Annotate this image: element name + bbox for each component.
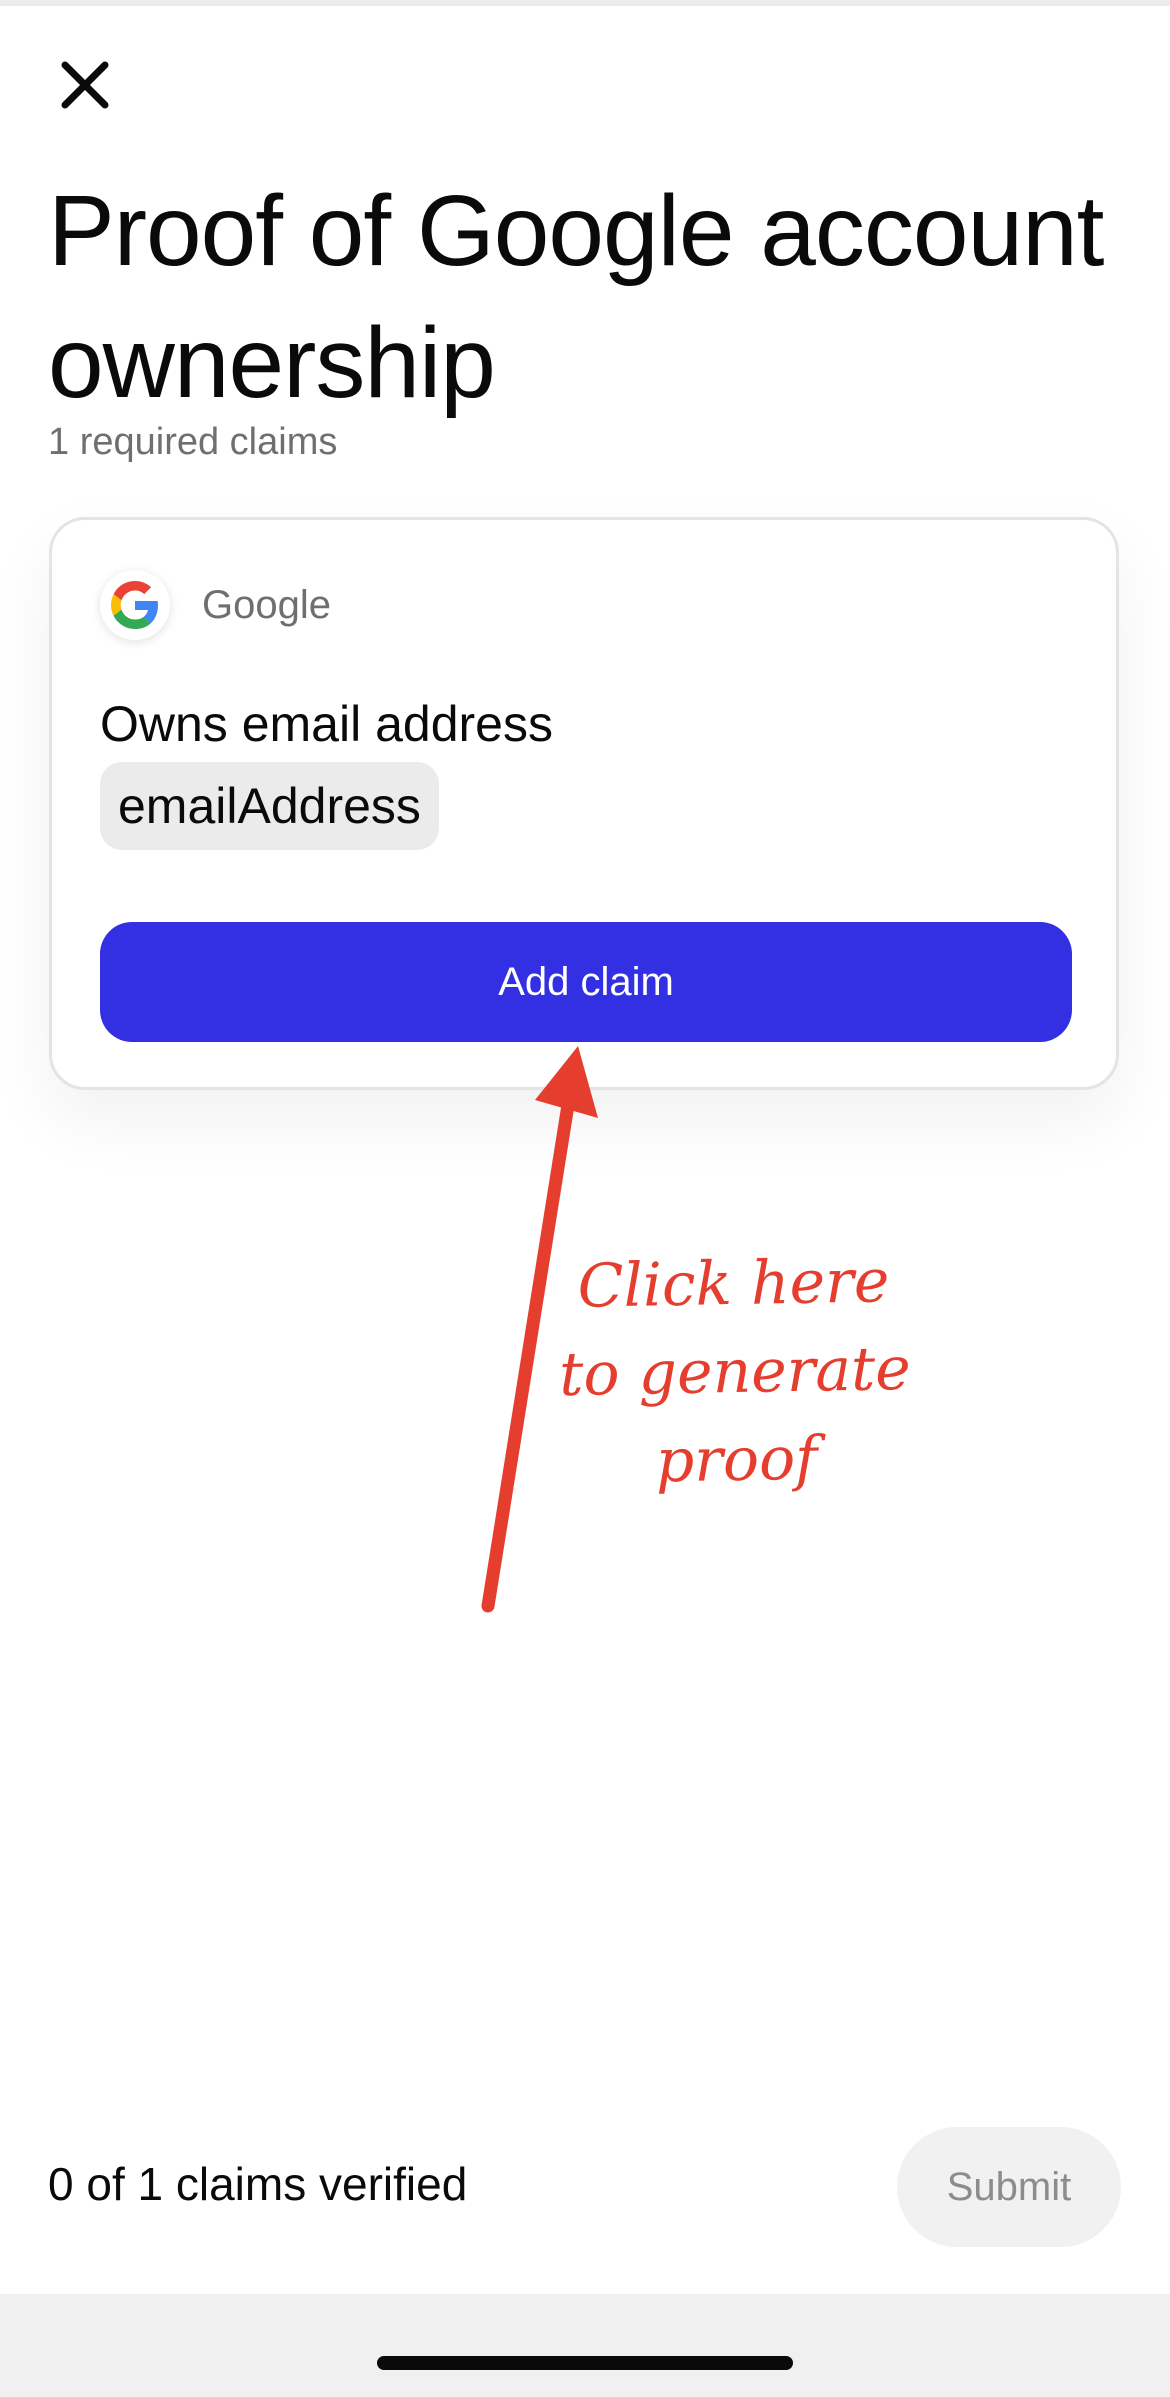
close-button[interactable]: [50, 50, 120, 120]
provider-row: Google: [100, 570, 331, 640]
close-icon: [61, 61, 109, 109]
home-bar-area: [0, 2294, 1170, 2397]
home-indicator[interactable]: [377, 2356, 793, 2370]
claim-field-chip: emailAddress: [100, 762, 439, 850]
page-title: Proof of Google account ownership: [48, 175, 1104, 419]
annotation-line: Click here: [577, 1246, 890, 1322]
claims-verified-status: 0 of 1 claims verified: [48, 2158, 468, 2210]
claim-label: Owns email address: [100, 696, 553, 752]
annotation-line: proof: [655, 1423, 818, 1497]
status-strip: [0, 0, 1170, 6]
annotation-note: Click here to generate proof: [518, 1236, 953, 1507]
required-claims-count: 1 required claims: [48, 421, 338, 463]
google-logo-icon: [100, 570, 170, 640]
provider-name: Google: [202, 582, 331, 627]
submit-button[interactable]: Submit: [897, 2127, 1121, 2247]
claim-card: Google Owns email address emailAddress A…: [49, 517, 1119, 1090]
annotation-line: to generate: [558, 1333, 912, 1411]
add-claim-button[interactable]: Add claim: [100, 922, 1072, 1042]
